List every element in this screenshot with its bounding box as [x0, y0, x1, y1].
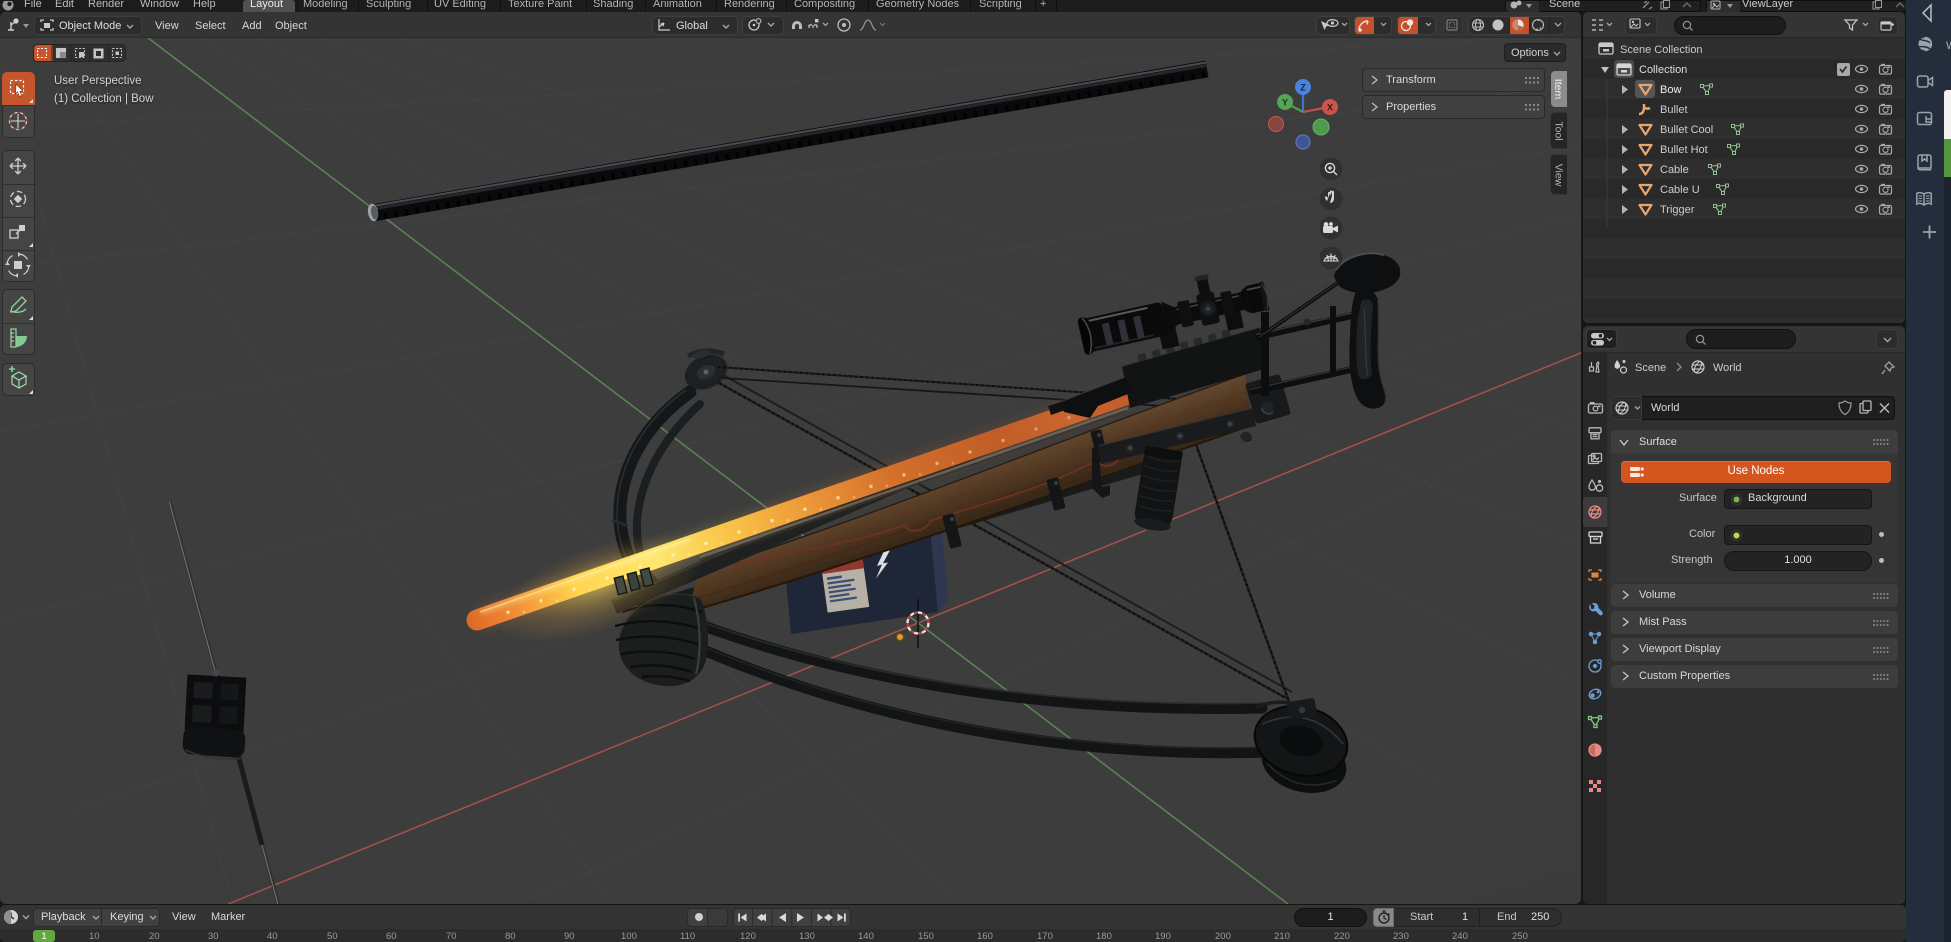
svg-text:World: World — [1713, 362, 1742, 374]
svg-text:Scene: Scene — [1635, 362, 1666, 374]
svg-text:X: X — [1327, 103, 1333, 113]
svg-text:Trigger: Trigger — [1660, 204, 1695, 216]
svg-text:Scene Collection: Scene Collection — [1620, 44, 1703, 56]
svg-text:Bullet Cool: Bullet Cool — [1660, 124, 1713, 136]
svg-text:W: W — [1946, 40, 1951, 52]
svg-text:Bow: Bow — [1660, 84, 1681, 96]
svg-text:Cable: Cable — [1660, 164, 1689, 176]
svg-text:Bullet Hot: Bullet Hot — [1660, 144, 1708, 156]
svg-text:Bullet: Bullet — [1660, 104, 1688, 116]
svg-text:Z: Z — [1300, 83, 1306, 93]
svg-text:Collection: Collection — [1639, 64, 1687, 76]
svg-text:Cable U: Cable U — [1660, 184, 1700, 196]
svg-text:Y: Y — [1282, 98, 1288, 108]
